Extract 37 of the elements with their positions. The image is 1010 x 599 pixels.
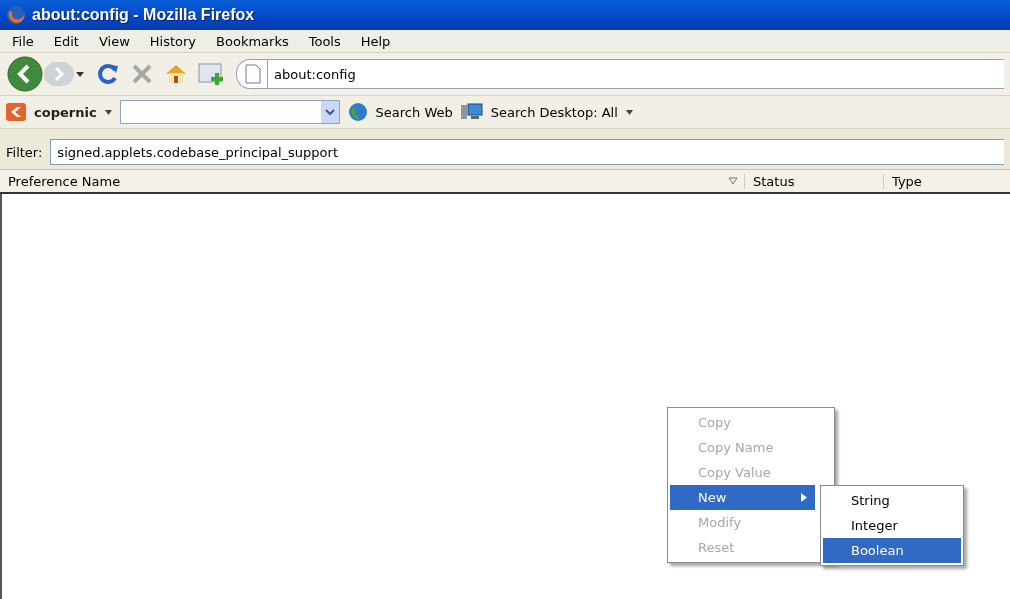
menu-item[interactable]: History — [141, 33, 205, 49]
filter-field[interactable]: signed.applets.codebase_principal_support — [50, 139, 1004, 165]
address-field[interactable]: about:config — [236, 59, 1004, 89]
globe-icon — [347, 102, 368, 122]
page-icon — [245, 64, 261, 84]
back-button[interactable] — [6, 55, 44, 93]
dropdown-caret-icon[interactable] — [104, 109, 112, 115]
column-picker-icon[interactable] — [728, 177, 738, 185]
column-header[interactable]: Status — [744, 173, 883, 189]
search-desktop-button[interactable]: Search Desktop: All — [490, 104, 618, 120]
computer-icon — [460, 103, 483, 121]
filter-label: Filter: — [6, 144, 43, 160]
menu-item[interactable]: Help — [352, 33, 399, 49]
copernic-logo-icon — [6, 103, 26, 121]
menu-item[interactable]: Integer — [823, 513, 961, 538]
menu-item[interactable]: Boolean — [823, 538, 961, 563]
dropdown-caret-icon[interactable] — [625, 109, 633, 115]
menu-item[interactable]: New — [670, 485, 815, 510]
menu-item[interactable]: String — [823, 488, 961, 513]
search-field[interactable] — [119, 100, 340, 124]
reload-icon[interactable] — [96, 62, 120, 86]
menu-item[interactable]: View — [90, 33, 138, 49]
new-folder-icon[interactable] — [198, 61, 226, 87]
window-title: about:config - Mozilla Firefox — [32, 6, 255, 24]
firefox-logo-icon — [6, 5, 26, 25]
menu-item[interactable]: File — [4, 33, 42, 49]
dropdown-chevron-icon[interactable] — [324, 108, 335, 116]
search-web-button[interactable]: Search Web — [375, 104, 453, 120]
dropdown-caret-icon[interactable] — [74, 69, 86, 79]
menu-item[interactable]: Tools — [300, 33, 349, 49]
submenu-arrow-icon — [801, 493, 807, 502]
copernic-brand[interactable]: copernic — [34, 104, 97, 120]
home-icon[interactable] — [164, 62, 188, 86]
menu-item[interactable]: Edit — [45, 33, 87, 49]
column-header[interactable]: Type — [883, 173, 1010, 189]
column-header[interactable]: Preference Name — [0, 173, 728, 189]
menu-item[interactable]: Bookmarks — [208, 33, 297, 49]
